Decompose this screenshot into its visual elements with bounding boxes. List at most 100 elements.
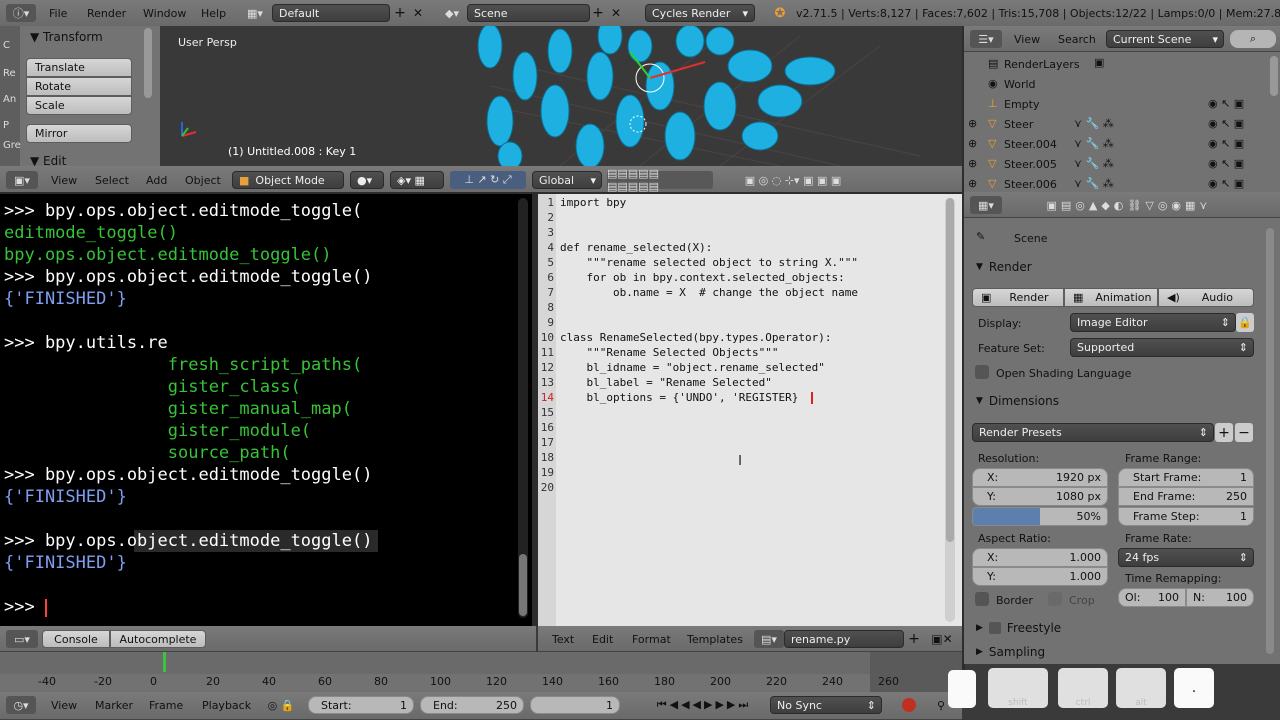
start-field[interactable]: Start: 1	[308, 696, 414, 714]
translate-button[interactable]: Translate	[26, 58, 132, 77]
scene-icon[interactable]: ◆▾	[438, 4, 466, 22]
menu-templates[interactable]: Templates	[687, 633, 743, 646]
text-filename-field[interactable]: rename.py	[784, 630, 904, 648]
menu-help[interactable]: Help	[201, 7, 226, 20]
menu-edit[interactable]: Edit	[592, 633, 613, 646]
menu-file[interactable]: File	[49, 7, 67, 20]
properties-scrollbar[interactable]	[1266, 228, 1274, 654]
editor-type-icon[interactable]: ▣▾	[6, 171, 38, 189]
tab-animation[interactable]: An	[3, 94, 16, 105]
audio-button[interactable]: ◀) Audio	[1158, 288, 1254, 307]
time-new-field[interactable]: N: 100	[1186, 588, 1254, 607]
visibility-icon[interactable]: ◉ ↖ ▣	[1208, 157, 1244, 170]
outliner-item-steer-005[interactable]: ⊕ ▽ Steer.005 ⋎ 🔧 ⁂ ◉ ↖ ▣	[964, 154, 1280, 174]
visibility-icon[interactable]: ◉ ↖ ▣	[1208, 137, 1244, 150]
start-frame-field[interactable]: Start Frame: 1	[1118, 468, 1254, 487]
menu-object[interactable]: Object	[185, 174, 221, 187]
mode-select[interactable]: ■ Object Mode	[232, 171, 344, 189]
menu-view[interactable]: View	[51, 699, 77, 712]
timeline[interactable]: -40 -20 0 20 40 60 80 100 120 140 160 180 200 220 240 2…	[0, 652, 962, 692]
new-text-icon[interactable]: +	[906, 630, 922, 648]
current-frame-marker[interactable]	[163, 652, 166, 672]
close-screen-icon[interactable]: ✕	[410, 4, 426, 22]
menu-select[interactable]: Select	[95, 174, 129, 187]
screen-layout-field[interactable]: Default	[272, 4, 390, 22]
text-editor[interactable]: 1 import bpy 2 3 4 def rename_selected(X): 5 "…	[538, 194, 962, 626]
visibility-icon[interactable]: ◉ ↖ ▣	[1208, 177, 1244, 190]
time-old-field[interactable]: Ol: 100	[1118, 588, 1186, 607]
menu-marker[interactable]: Marker	[95, 699, 133, 712]
visibility-icon[interactable]: ◉ ↖ ▣	[1208, 97, 1244, 110]
current-frame-field[interactable]: 1	[530, 696, 620, 714]
display-select[interactable]: Image Editor ⇕	[1070, 313, 1236, 332]
animation-button[interactable]: ▦ Animation	[1064, 288, 1158, 307]
osl-checkbox[interactable]	[975, 365, 989, 379]
outliner-item-steer[interactable]: ⊕ ▽ Steer ⋎ 🔧 ⁂ ◉ ↖ ▣	[964, 114, 1280, 134]
add-preset-icon[interactable]: +	[1215, 423, 1233, 442]
menu-frame[interactable]: Frame	[149, 699, 183, 712]
manipulator-icons[interactable]: ⊥ ↗ ↻ ⤢	[450, 171, 526, 189]
tab-create[interactable]: C	[3, 40, 10, 51]
properties-context-tabs[interactable]: ▣▤◎▲◆◐⛓▽◎◉▦⋎	[1014, 196, 1244, 214]
pin-icon[interactable]: ✎	[976, 230, 985, 243]
render-engine-select[interactable]: Cycles Render ▾	[645, 4, 755, 22]
add-scene-icon[interactable]: +	[590, 4, 606, 22]
expand-icon[interactable]: ⊕	[968, 137, 977, 150]
console-scrollbar[interactable]	[519, 554, 527, 616]
menu-window[interactable]: Window	[143, 7, 186, 20]
visibility-icon[interactable]: ◉ ↖ ▣	[1208, 117, 1244, 130]
outliner-item-steer-006[interactable]: ⊕ ▽ Steer.006 ⋎ 🔧 ⁂ ◉ ↖ ▣	[964, 174, 1280, 194]
console-menu-button[interactable]: Console	[42, 630, 110, 648]
menu-search[interactable]: Search	[1058, 33, 1096, 46]
editor-type-icon[interactable]: ⓘ▾	[6, 4, 36, 22]
outliner-item-world[interactable]: ◉ World	[964, 74, 1280, 94]
end-frame-field[interactable]: End Frame: 250	[1118, 487, 1254, 506]
tab-physics[interactable]: P	[3, 120, 9, 131]
outliner-item-steer-004[interactable]: ⊕ ▽ Steer.004 ⋎ 🔧 ⁂ ◉ ↖ ▣	[964, 134, 1280, 154]
sampling-panel-header[interactable]: ▶ Sampling	[970, 641, 1260, 663]
search-icon[interactable]: ⌕	[1230, 30, 1276, 48]
outliner-scrollbar[interactable]	[1270, 56, 1278, 96]
autocomplete-button[interactable]: Autocomplete	[110, 630, 206, 648]
expand-icon[interactable]: ⊕	[968, 117, 977, 130]
editor-type-icon[interactable]: ▦▾	[970, 196, 1002, 214]
close-scene-icon[interactable]: ✕	[608, 4, 624, 22]
console-prompt[interactable]: >>>	[4, 596, 45, 618]
outliner-item-renderlayers[interactable]: ▤ RenderLayers ▣	[964, 54, 1280, 74]
render-presets-select[interactable]: Render Presets ⇕	[972, 423, 1214, 442]
render-panel-header[interactable]: ▼ Render	[970, 256, 1260, 278]
snap-tools[interactable]: ▣ ◎ ◌ ⊹▾ ▣ ▣ ▣	[718, 171, 868, 189]
layer-buttons[interactable]: ▤▤▤▤▤ ▤▤▤▤▤	[607, 167, 713, 193]
feature-set-select[interactable]: Supported ⇕	[1070, 338, 1254, 357]
tool-shelf-scrollbar[interactable]	[144, 28, 152, 98]
render-button[interactable]: ▣ Render	[972, 288, 1064, 307]
tab-grease-pencil[interactable]: Gre	[3, 140, 21, 151]
menu-render[interactable]: Render	[87, 7, 126, 20]
crop-checkbox[interactable]	[1048, 592, 1062, 606]
add-screen-icon[interactable]: +	[392, 4, 408, 22]
frame-step-field[interactable]: Frame Step: 1	[1118, 507, 1254, 526]
aspect-y-field[interactable]: Y: 1.000	[972, 567, 1108, 586]
mirror-button[interactable]: Mirror	[26, 124, 132, 143]
scale-button[interactable]: Scale	[26, 96, 132, 115]
dimensions-panel-header[interactable]: ▼ Dimensions	[970, 390, 1260, 412]
transform-panel-header[interactable]: ▼ Transform	[30, 30, 103, 44]
resolution-x-field[interactable]: X: 1920 px	[972, 468, 1108, 487]
resolution-y-field[interactable]: Y: 1080 px	[972, 487, 1108, 506]
menu-format[interactable]: Format	[632, 633, 671, 646]
orientation-select[interactable]: Global ▾	[532, 171, 602, 189]
lock-icon[interactable]: 🔒	[1236, 313, 1254, 332]
resolution-percentage-slider[interactable]: 50%	[972, 507, 1108, 526]
menu-text[interactable]: Text	[552, 633, 574, 646]
expand-icon[interactable]: ⊕	[968, 157, 977, 170]
python-console[interactable]: >>> bpy.ops.object.editmode_toggle( edit…	[0, 194, 532, 626]
tab-relations[interactable]: Re	[3, 68, 16, 79]
scene-field[interactable]: Scene	[467, 4, 590, 22]
3d-viewport[interactable]: User Persp (1) Untitled.008 : Key 1	[160, 26, 962, 166]
rotate-button[interactable]: Rotate	[26, 77, 132, 96]
playback-controls[interactable]: ⏮◀◀◀▶▶▶⏭	[644, 696, 764, 714]
freestyle-checkbox[interactable]	[988, 622, 1001, 634]
expand-icon[interactable]: ⊕	[968, 177, 977, 190]
sync-select[interactable]: No Sync ⇕	[770, 696, 882, 714]
record-icon[interactable]	[902, 698, 916, 712]
